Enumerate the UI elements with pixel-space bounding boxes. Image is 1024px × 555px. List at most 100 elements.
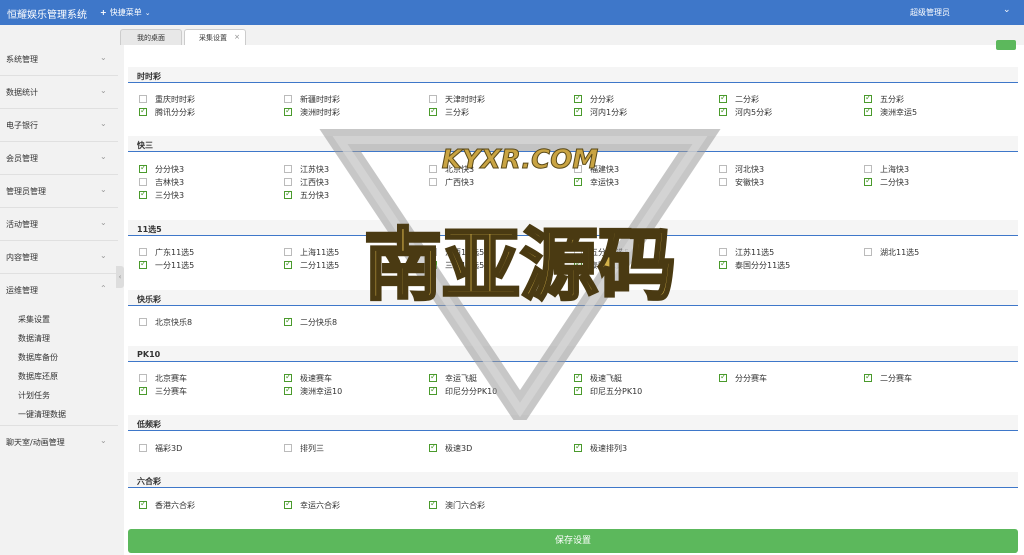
chevron-down-icon: ⌄ [100,218,107,227]
checkbox-empty-icon[interactable] [429,165,437,173]
checkbox-empty-icon[interactable] [139,374,147,382]
checkbox-empty-icon[interactable] [719,165,727,173]
checkbox-checked-icon[interactable] [284,499,292,509]
tab-desktop[interactable]: 我的桌面 [120,29,182,45]
checkbox-checked-icon[interactable] [719,259,727,269]
sidebar-item-members[interactable]: 会员管理 ⌄ [0,142,118,175]
top-navbar: 恒耀娱乐管理系统 + 快捷菜单 ⌄ 超级管理员 ⌄ [0,0,1024,25]
sidebar-item-label: 运维管理 [6,286,38,295]
tab-collect-settings[interactable]: 采集设置 × [184,29,246,45]
sidebar-subitem-oneclick[interactable]: 一键清理数据 [18,409,66,420]
checkbox-empty-icon[interactable] [139,178,147,186]
checkbox-checked-icon[interactable] [284,106,292,116]
checkbox-checked-icon[interactable] [429,442,437,452]
user-menu-button[interactable]: 超级管理员 [910,7,950,18]
checkbox-empty-icon[interactable] [284,444,292,452]
checkbox-checked-icon[interactable] [574,372,582,382]
checkbox-empty-icon[interactable] [429,178,437,186]
checkbox-checked-icon[interactable] [284,385,292,395]
checkbox-checked-icon[interactable] [429,372,437,382]
sidebar-subitem-restore[interactable]: 数据库还原 [18,371,58,382]
checkbox-checked-icon[interactable] [284,372,292,382]
checkbox-checked-icon[interactable] [284,259,292,269]
action-button[interactable] [996,40,1016,50]
checkbox-label: 江西快3 [300,178,330,187]
chevron-down-icon: ⌄ [100,436,107,445]
checkbox-checked-icon[interactable] [284,316,292,326]
sidebar-item-label: 数据统计 [6,88,38,97]
checkbox-empty-icon[interactable] [139,318,147,326]
sidebar-collapse-handle[interactable]: ‹ [116,266,124,288]
checkbox-label: 极速3D [445,444,473,453]
checkbox-empty-icon[interactable] [864,165,872,173]
checkbox-checked-icon[interactable] [139,106,147,116]
checkbox-checked-icon[interactable] [139,163,147,173]
checkbox-empty-icon[interactable] [139,248,147,256]
sidebar-item-admins[interactable]: 管理员管理 ⌄ [0,175,118,208]
checkbox-empty-icon[interactable] [719,248,727,256]
sidebar-item-label: 活动管理 [6,220,38,229]
checkbox-empty-icon[interactable] [864,248,872,256]
checkbox-empty-icon[interactable] [574,248,582,256]
checkbox-checked-icon[interactable] [429,499,437,509]
chevron-down-icon: ⌄ [100,53,107,62]
checkbox-label: 北京快3 [445,165,475,174]
sidebar-item-activities[interactable]: 活动管理 ⌄ [0,208,118,241]
checkbox-checked-icon[interactable] [574,385,582,395]
checkbox-empty-icon[interactable] [139,95,147,103]
checkbox-empty-icon[interactable] [574,165,582,173]
checkbox-empty-icon[interactable] [284,165,292,173]
checkbox-checked-icon[interactable] [429,259,437,269]
checkbox-checked-icon[interactable] [864,372,872,382]
checkbox-label: 五分彩 [880,95,904,104]
checkbox-empty-icon[interactable] [284,95,292,103]
checkbox-empty-icon[interactable] [284,248,292,256]
tab-label: 我的桌面 [137,34,165,42]
checkbox-empty-icon[interactable] [719,178,727,186]
close-icon[interactable]: × [234,33,240,41]
checkbox-checked-icon[interactable] [574,106,582,116]
checkbox-checked-icon[interactable] [429,106,437,116]
checkbox-label: 印尼五分PK10 [590,387,643,396]
checkbox-checked-icon[interactable] [719,372,727,382]
sidebar-item-system[interactable]: 系统管理 ⌄ [0,43,118,76]
section-title-dpc: 低频彩 [128,415,1018,431]
checkbox-label: 腾讯分分彩 [155,108,195,117]
checkbox-empty-icon[interactable] [284,178,292,186]
checkbox-checked-icon[interactable] [284,189,292,199]
chevron-down-icon: ⌄ [100,86,107,95]
checkbox-checked-icon[interactable] [864,176,872,186]
sidebar-item-label: 内容管理 [6,253,38,262]
checkbox-checked-icon[interactable] [429,385,437,395]
sidebar-item-ops[interactable]: 运维管理 ⌃ [0,274,118,307]
sidebar-subitem-collect[interactable]: 采集设置 [18,314,50,325]
sidebar-item-chat[interactable]: 聊天室/动画管理 ⌄ [0,425,118,458]
sidebar-subitem-cleanup[interactable]: 数据清理 [18,333,50,344]
checkbox-checked-icon[interactable] [574,93,582,103]
checkbox-empty-icon[interactable] [429,248,437,256]
checkbox-checked-icon[interactable] [574,259,582,269]
checkbox-checked-icon[interactable] [139,499,147,509]
checkbox-checked-icon[interactable] [719,106,727,116]
checkbox-empty-icon[interactable] [429,95,437,103]
app-title: 恒耀娱乐管理系统 [7,10,87,21]
quick-menu-button[interactable]: + 快捷菜单 ⌄ [100,7,151,18]
save-settings-button[interactable]: 保存设置 [128,529,1018,553]
sidebar-item-content[interactable]: 内容管理 ⌄ [0,241,118,274]
checkbox-checked-icon[interactable] [139,189,147,199]
checkbox-checked-icon[interactable] [864,106,872,116]
checkbox-checked-icon[interactable] [139,385,147,395]
checkbox-checked-icon[interactable] [139,259,147,269]
sidebar-item-stats[interactable]: 数据统计 ⌄ [0,76,118,109]
checkbox-label: 吉林快3 [155,178,185,187]
sidebar-subitem-backup[interactable]: 数据库备份 [18,352,58,363]
checkbox-checked-icon[interactable] [719,93,727,103]
checkbox-checked-icon[interactable] [864,93,872,103]
chevron-down-icon[interactable]: ⌄ [1003,5,1011,15]
checkbox-label: 上海快3 [880,165,910,174]
checkbox-checked-icon[interactable] [574,176,582,186]
sidebar-subitem-tasks[interactable]: 计划任务 [18,390,50,401]
checkbox-checked-icon[interactable] [574,442,582,452]
sidebar-item-ebank[interactable]: 电子银行 ⌄ [0,109,118,142]
checkbox-empty-icon[interactable] [139,444,147,452]
